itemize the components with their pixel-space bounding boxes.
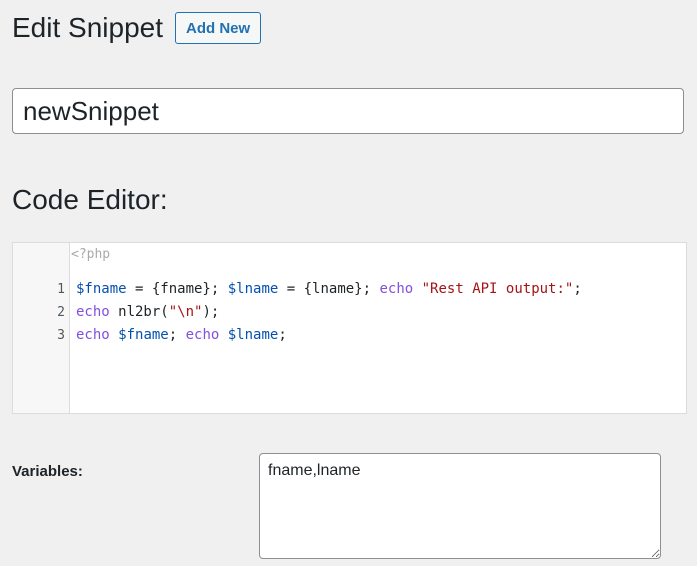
page-header: Edit Snippet Add New bbox=[12, 10, 262, 46]
code-editor-heading: Code Editor: bbox=[12, 184, 168, 215]
code-token-plain: ; bbox=[573, 281, 582, 297]
line-code-text: echo nl2br("\n"); bbox=[76, 301, 219, 324]
add-new-button[interactable]: Add New bbox=[175, 12, 262, 44]
code-editor[interactable]: <?php 1 $fname = {fname}; $lname = {lname… bbox=[12, 242, 687, 414]
code-token-str: "Rest API output:" bbox=[421, 281, 574, 297]
code-token-plain: ; bbox=[278, 327, 287, 343]
code-token-var: $lname bbox=[227, 281, 279, 297]
code-line: 2 echo nl2br("\n"); bbox=[13, 301, 686, 324]
line-number: 1 bbox=[57, 282, 65, 297]
line-code-text: $fname = {fname}; $lname = {lname}; echo… bbox=[76, 278, 582, 301]
code-line: 3 echo $fname; echo $lname; bbox=[13, 324, 686, 347]
line-code-text: echo $fname; echo $lname; bbox=[76, 324, 287, 347]
code-line: 1 $fname = {fname}; $lname = {lname}; ech… bbox=[13, 278, 686, 301]
snippet-title-input[interactable] bbox=[12, 88, 684, 134]
code-token-plain: nl2br( bbox=[109, 304, 169, 320]
code-token-str: "\n" bbox=[168, 304, 203, 320]
line-number: 3 bbox=[57, 328, 65, 343]
code-token-kw: echo bbox=[185, 327, 220, 343]
code-token-plain: ); bbox=[202, 304, 220, 320]
variables-label: Variables: bbox=[12, 463, 83, 480]
code-token-kw: echo bbox=[76, 327, 110, 343]
code-token-plain: = {lname}; bbox=[278, 281, 380, 297]
code-token-var: $fname bbox=[118, 327, 169, 343]
code-token-plain: = {fname}; bbox=[126, 281, 228, 297]
code-token-plain: ; bbox=[168, 327, 186, 343]
code-token-var: $lname bbox=[227, 327, 279, 343]
code-token-kw: echo bbox=[76, 304, 110, 320]
variables-textarea[interactable]: fname,lname bbox=[259, 453, 661, 559]
page-title: Edit Snippet bbox=[12, 12, 163, 43]
code-token-kw: echo bbox=[379, 281, 414, 297]
php-open-tag: <?php bbox=[71, 247, 111, 262]
code-token-var: $fname bbox=[76, 281, 127, 297]
line-number: 2 bbox=[57, 305, 65, 320]
